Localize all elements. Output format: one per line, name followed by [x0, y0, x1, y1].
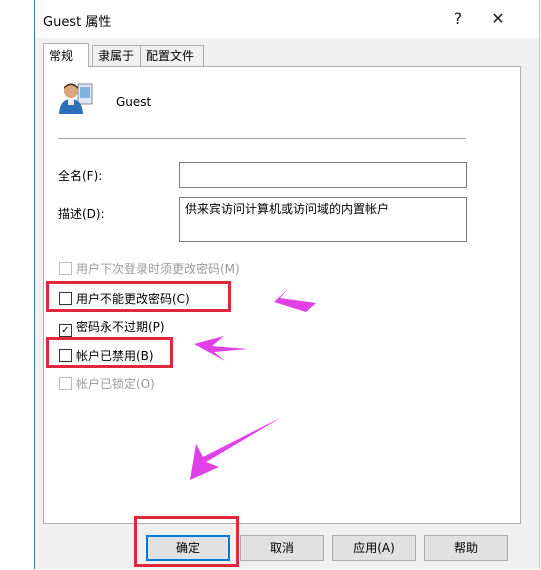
separator [58, 138, 466, 139]
checkbox-label: 帐户已锁定(O) [76, 377, 155, 391]
title-bar: Guest 属性 ? ✕ [35, 0, 539, 38]
checkbox-label: 用户下次登录时须更改密码(M) [76, 262, 240, 276]
description-label: 描述(D): [58, 207, 105, 221]
close-icon[interactable]: ✕ [483, 7, 513, 31]
help-button[interactable]: 帮助 [424, 535, 508, 561]
highlight-box-disabled [46, 337, 173, 368]
must-change-password-checkbox[interactable]: 用户下次登录时须更改密码(M) [59, 261, 240, 277]
apply-button[interactable]: 应用(A) [332, 535, 416, 561]
fullname-label: 全名(F): [58, 169, 103, 183]
account-username: Guest [116, 95, 152, 109]
description-input[interactable]: 供来宾访问计算机或访问域的内置帐户 [179, 197, 467, 242]
highlight-box-cannot-change [46, 281, 231, 312]
fullname-input[interactable] [179, 162, 467, 188]
help-question-icon[interactable]: ? [443, 7, 473, 31]
highlight-box-ok [134, 516, 239, 567]
cancel-button[interactable]: 取消 [240, 535, 324, 561]
account-locked-checkbox[interactable]: 帐户已锁定(O) [59, 376, 155, 392]
user-account-icon [59, 83, 93, 114]
tab-profile[interactable]: 配置文件 [140, 45, 204, 67]
checkbox-box[interactable]: ✓ [59, 324, 72, 337]
checkbox-box[interactable] [59, 262, 72, 275]
tab-member-of[interactable]: 隶属于 [92, 45, 142, 67]
checkbox-label: 密码永不过期(P) [76, 320, 165, 334]
checkbox-box[interactable] [59, 377, 72, 390]
tab-general[interactable]: 常规 [43, 43, 89, 67]
password-never-expires-checkbox[interactable]: ✓ 密码永不过期(P) [59, 319, 165, 337]
window-title: Guest 属性 [43, 15, 112, 30]
